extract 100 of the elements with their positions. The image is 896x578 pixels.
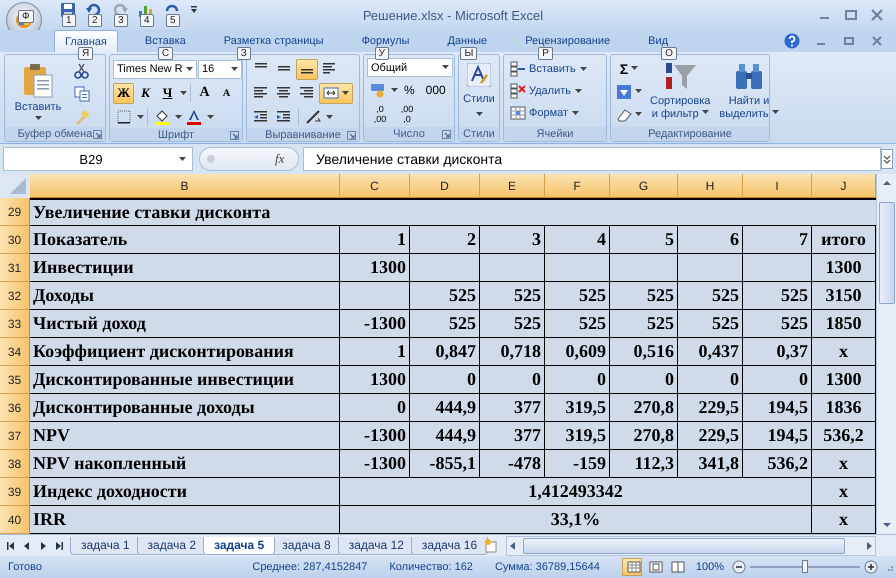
bold-button[interactable]: Ж xyxy=(113,82,134,104)
cells-menu-button[interactable]: Вставить xyxy=(507,58,590,80)
zoom-in-icon[interactable] xyxy=(864,560,878,574)
restore-icon[interactable] xyxy=(842,35,856,47)
sheet-tab[interactable]: задача 16 xyxy=(410,536,488,554)
row-header[interactable]: 31 xyxy=(0,254,30,282)
merge-button[interactable] xyxy=(319,82,353,104)
column-header[interactable]: B xyxy=(30,174,340,198)
column-header[interactable]: I xyxy=(743,174,812,198)
table-cell: -159 xyxy=(545,450,610,478)
thousands-button[interactable]: 000 xyxy=(420,80,451,100)
keytip: Ы xyxy=(460,47,478,60)
sheet-tab[interactable]: задача 5 xyxy=(203,536,276,554)
formula-field[interactable]: Увеличение ставки дисконта xyxy=(303,147,881,171)
find-select-button[interactable]: Найти и выделить xyxy=(716,58,782,126)
increase-decimal-button[interactable]: ,0 ,00 xyxy=(367,101,393,127)
new-sheet-icon[interactable] xyxy=(484,538,498,552)
table-cell: 0 xyxy=(410,366,480,394)
zoom-level[interactable]: 100% xyxy=(696,561,724,573)
row-header[interactable]: 29 xyxy=(0,198,30,226)
row-header[interactable]: 35 xyxy=(0,366,30,394)
underline-button[interactable]: Ч xyxy=(157,82,178,104)
row-header[interactable]: 34 xyxy=(0,338,30,366)
row-header[interactable]: 40 xyxy=(0,506,30,534)
view-button[interactable] xyxy=(622,558,642,576)
table-cell: 536,2 xyxy=(743,450,812,478)
eraser-icon[interactable] xyxy=(616,106,632,122)
first-sheet-icon[interactable] xyxy=(6,540,16,550)
table-cell: Дисконтированные инвестиции xyxy=(30,366,340,394)
table-cell: 1300 xyxy=(340,366,410,394)
decrease-font-button[interactable]: A xyxy=(216,82,237,104)
sort-filter-button[interactable]: Сортировка и фильтр xyxy=(647,58,714,126)
font-size-field[interactable]: 16 xyxy=(198,60,242,78)
caret-icon xyxy=(772,110,779,115)
paste-button[interactable]: Вставить xyxy=(8,58,68,126)
increase-font-button[interactable]: A xyxy=(194,82,215,104)
dialog-launcher-icon[interactable] xyxy=(442,130,451,139)
last-sheet-icon[interactable] xyxy=(54,540,64,550)
column-header[interactable]: D xyxy=(410,174,480,198)
customize-caret-icon[interactable] xyxy=(190,6,198,14)
close-icon[interactable] xyxy=(870,35,884,47)
insert-function-button[interactable]: fx xyxy=(274,150,286,168)
sheet-tab[interactable]: задача 8 xyxy=(271,536,342,554)
row-header[interactable]: 33 xyxy=(0,310,30,338)
italic-button[interactable]: К xyxy=(135,82,156,104)
formula-tools-field[interactable]: fx xyxy=(199,147,299,171)
cells-menu-button[interactable]: Формат xyxy=(507,102,590,124)
table-cell: 377 xyxy=(480,422,545,450)
delete-cells-icon[interactable] xyxy=(510,83,526,99)
fill-down-icon[interactable] xyxy=(616,84,632,100)
dialog-launcher-icon[interactable] xyxy=(347,131,356,140)
column-header[interactable]: E xyxy=(480,174,545,198)
slider-thumb[interactable] xyxy=(802,560,808,573)
sheet-tab[interactable]: задача 1 xyxy=(70,536,141,554)
close-icon[interactable] xyxy=(870,9,884,21)
column-header[interactable]: G xyxy=(610,174,678,198)
caret-icon xyxy=(326,114,333,120)
decrease-decimal-button[interactable]: ,00 ,0 xyxy=(394,101,420,127)
sheet-tab[interactable]: задача 12 xyxy=(338,536,415,554)
table-cell xyxy=(610,254,678,282)
styles-button[interactable]: Стили xyxy=(462,58,496,126)
number-format-field[interactable]: Общий xyxy=(367,58,453,77)
row-header[interactable]: 30 xyxy=(0,226,30,254)
merge-cells-icon[interactable] xyxy=(323,85,339,101)
dialog-launcher-icon[interactable] xyxy=(230,131,239,140)
help-icon[interactable] xyxy=(784,33,800,49)
column-header[interactable]: C xyxy=(340,174,410,198)
row-header[interactable]: 38 xyxy=(0,450,30,478)
scroll-thumb[interactable] xyxy=(523,538,846,554)
name-box[interactable]: B29 xyxy=(3,147,193,171)
prev-sheet-icon[interactable] xyxy=(22,540,32,550)
column-header[interactable]: F xyxy=(545,174,610,198)
format-cells-icon[interactable] xyxy=(510,105,526,121)
autosum-button[interactable]: Σ xyxy=(614,58,644,79)
table-cell: 229,5 xyxy=(678,394,743,422)
horizontal-scrollbar[interactable] xyxy=(506,536,876,556)
cells-menu-button[interactable]: Удалить xyxy=(507,80,590,102)
column-header[interactable]: J xyxy=(812,174,876,198)
row-header[interactable]: 37 xyxy=(0,422,30,450)
font-name-field[interactable]: Times New R xyxy=(113,60,197,78)
page-layout-icon xyxy=(648,561,663,573)
column-header[interactable]: H xyxy=(678,174,743,198)
keytip: Я xyxy=(78,47,94,60)
insert-cells-icon[interactable] xyxy=(510,61,526,77)
maximize-icon[interactable] xyxy=(844,9,858,21)
zoom-out-icon[interactable] xyxy=(732,560,746,574)
group-label: Стили xyxy=(463,128,495,140)
caret-icon xyxy=(476,112,483,117)
dialog-launcher-icon[interactable] xyxy=(93,130,102,139)
vertical-scrollbar[interactable] xyxy=(876,174,896,534)
table-cell: 525 xyxy=(610,282,678,310)
percent-button[interactable]: % xyxy=(399,80,420,100)
scroll-thumb[interactable] xyxy=(878,202,894,304)
caret-icon xyxy=(631,66,638,71)
row-header[interactable]: 39 xyxy=(0,478,30,506)
row-header[interactable]: 32 xyxy=(0,282,30,310)
next-sheet-icon[interactable] xyxy=(38,540,48,550)
expand-icon[interactable] xyxy=(881,149,893,169)
row-header[interactable]: 36 xyxy=(0,394,30,422)
table-cell: 0 xyxy=(340,394,410,422)
